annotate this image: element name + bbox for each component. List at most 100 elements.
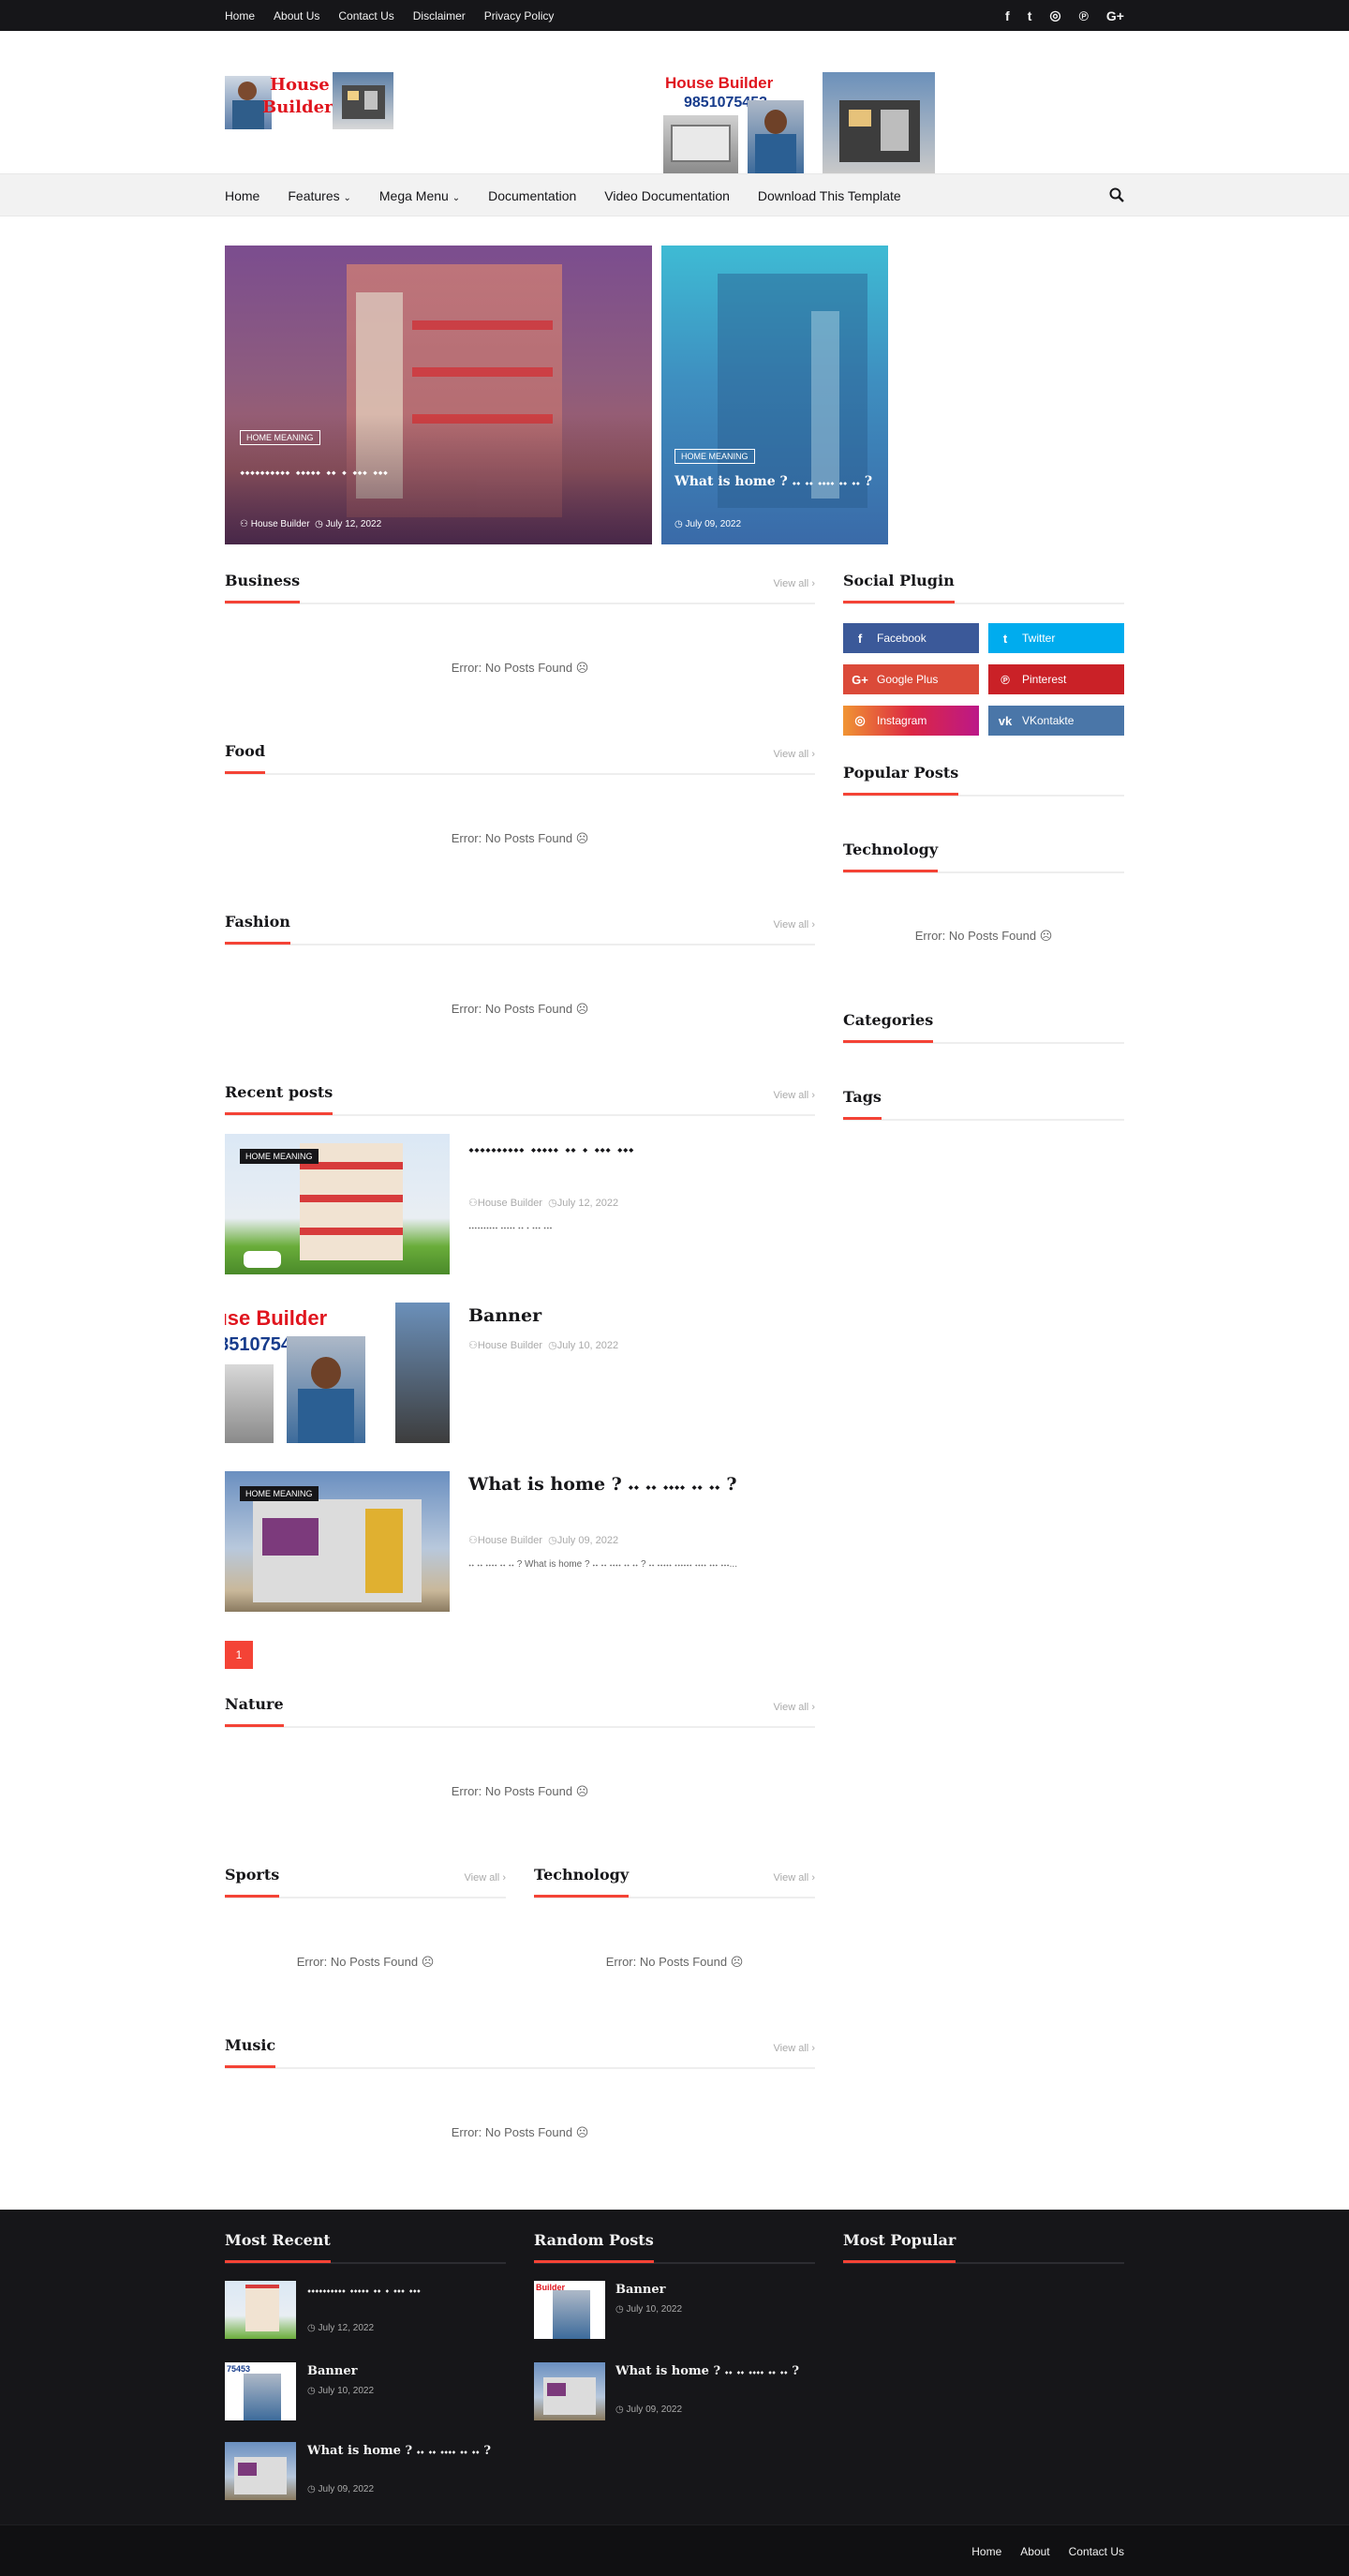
nav-features[interactable]: Features ⌄ [288, 188, 351, 203]
footer-post-thumbnail[interactable]: Builder [534, 2281, 605, 2339]
top-social: f t ◎ ℗ G+ [1005, 0, 1124, 31]
post-date: July 09, 2022 [556, 1535, 619, 1546]
nav-home[interactable]: Home [225, 188, 259, 203]
view-all-link[interactable]: View all › [774, 919, 815, 931]
chevron-down-icon: ⌄ [452, 193, 461, 203]
footer-widget-random-posts: Random Posts [534, 2230, 815, 2264]
post-thumbnail[interactable]: House Builder 9851075453 [225, 1303, 450, 1443]
sad-face-icon: ☹ [730, 1955, 744, 1969]
widget-tags: Tags [843, 1087, 1124, 1121]
view-all-label: View all [773, 1702, 809, 1713]
footer-post-thumbnail[interactable] [225, 2281, 296, 2339]
top-menu-about[interactable]: About Us [274, 9, 319, 22]
section-recent-posts: Recent posts View all › [225, 1082, 815, 1116]
nav-video-documentation[interactable]: Video Documentation [604, 188, 730, 203]
section-title: Sports [225, 1865, 280, 1898]
clock-icon: ◷ [615, 2304, 624, 2315]
site-logo[interactable]: House Builder [225, 72, 393, 129]
view-all-label: View all [773, 2043, 809, 2054]
post-title[interactable]: What is home ? 𝆺𝆺 𝆺𝆺 𝆺𝆺𝆺𝆺 𝆺𝆺 𝆺𝆺 ? [468, 1471, 815, 1497]
view-all-link[interactable]: View all › [465, 1872, 506, 1884]
footer-post-title[interactable]: 𝆺𝆺𝆺𝆺𝆺𝆺𝆺𝆺𝆺𝆺 𝆺𝆺𝆺𝆺𝆺 𝆺𝆺 𝆺 𝆺𝆺𝆺 𝆺𝆺𝆺 [307, 2281, 495, 2300]
top-menu-home[interactable]: Home [225, 9, 255, 22]
section-title: Music [225, 2035, 276, 2068]
footer-menu-contact[interactable]: Contact Us [1069, 2545, 1124, 2558]
widget-social-plugin: Social Plugin [843, 571, 1124, 604]
twitter-icon[interactable]: t [1028, 8, 1032, 23]
social-vkontakte-button[interactable]: vk VKontakte [988, 706, 1124, 736]
view-all-link[interactable]: View all › [774, 749, 815, 760]
sad-face-icon: ☹ [575, 831, 589, 845]
pagination-page-1[interactable]: 1 [225, 1641, 253, 1669]
search-icon[interactable] [1109, 187, 1124, 202]
sad-face-icon: ☹ [575, 2125, 589, 2139]
social-instagram-button[interactable]: ◎ Instagram [843, 706, 979, 736]
banner-title: House Builder [665, 74, 774, 92]
vkontakte-icon: vk [998, 713, 1013, 728]
footer-post-title[interactable]: What is home ? 𝆺𝆺 𝆺𝆺 𝆺𝆺𝆺𝆺 𝆺𝆺 𝆺𝆺 ? [307, 2442, 495, 2461]
view-all-link[interactable]: View all › [774, 2043, 815, 2054]
google-plus-icon[interactable]: G+ [1106, 8, 1124, 23]
section-title: Nature [225, 1694, 284, 1727]
featured-label[interactable]: HOME MEANING [674, 449, 755, 464]
post-title[interactable]: 𝆺𝆺𝆺𝆺𝆺𝆺𝆺𝆺𝆺𝆺 𝆺𝆺𝆺𝆺𝆺 𝆺𝆺 𝆺 𝆺𝆺𝆺 𝆺𝆺𝆺 [468, 1134, 815, 1160]
footer-menu-home[interactable]: Home [971, 2545, 1001, 2558]
social-pinterest-button[interactable]: ℗ Pinterest [988, 664, 1124, 694]
view-all-link[interactable]: View all › [774, 578, 815, 589]
widget-technology: Technology [843, 840, 1124, 873]
featured-title[interactable]: 𝆺𝆺𝆺𝆺𝆺𝆺𝆺𝆺𝆺𝆺 𝆺𝆺𝆺𝆺𝆺 𝆺𝆺 𝆺 𝆺𝆺𝆺 𝆺𝆺𝆺 [240, 457, 633, 484]
view-all-label: View all [773, 1090, 809, 1101]
widget-popular-posts: Popular Posts [843, 763, 1124, 797]
post-label[interactable]: HOME MEANING [240, 1486, 319, 1501]
social-facebook-button[interactable]: f Facebook [843, 623, 979, 653]
featured-post-2[interactable]: HOME MEANING What is home ? 𝆺𝆺 𝆺𝆺 𝆺𝆺𝆺𝆺 𝆺… [661, 246, 888, 544]
section-title: Food [225, 741, 266, 774]
footer-post-thumbnail[interactable] [225, 2442, 296, 2500]
social-twitter-button[interactable]: t Twitter [988, 623, 1124, 653]
clock-icon: ◷ [307, 2484, 316, 2494]
view-all-link[interactable]: View all › [774, 1702, 815, 1713]
logo-text-line1: House [270, 75, 330, 95]
footer-widget-most-recent: Most Recent [225, 2230, 506, 2264]
nav-documentation[interactable]: Documentation [488, 188, 576, 203]
view-all-link[interactable]: View all › [774, 1872, 815, 1884]
sad-face-icon: ☹ [575, 661, 589, 675]
section-title: Business [225, 571, 301, 603]
header: House Builder House Builder 9851075453 [0, 31, 1349, 173]
banner-house-image-2 [823, 72, 935, 173]
section-technology: Technology View all › [534, 1865, 815, 1898]
post-label[interactable]: HOME MEANING [240, 1149, 319, 1164]
facebook-icon[interactable]: f [1005, 8, 1010, 23]
user-icon: ⚇ [468, 1340, 478, 1351]
error-text: Error: No Posts Found [605, 1955, 728, 1969]
post-title[interactable]: Banner [468, 1303, 815, 1329]
post-thumbnail[interactable]: HOME MEANING [225, 1471, 450, 1612]
logo-house-image [333, 72, 393, 129]
featured-post-1[interactable]: HOME MEANING 𝆺𝆺𝆺𝆺𝆺𝆺𝆺𝆺𝆺𝆺 𝆺𝆺𝆺𝆺𝆺 𝆺𝆺 𝆺 𝆺𝆺𝆺 𝆺… [225, 246, 652, 544]
facebook-icon: f [857, 631, 863, 646]
footer-post-thumbnail[interactable]: 75453 [225, 2362, 296, 2420]
thumb-banner-title: House Builder [225, 1306, 328, 1330]
social-google-plus-button[interactable]: G+ Google Plus [843, 664, 979, 694]
nav-download-template[interactable]: Download This Template [758, 188, 901, 203]
error-text: Error: No Posts Found [451, 1784, 573, 1798]
footer-post-title[interactable]: Banner [615, 2281, 803, 2300]
top-menu-disclaimer[interactable]: Disclaimer [413, 9, 466, 22]
header-banner-ad[interactable]: House Builder 9851075453 [663, 72, 935, 173]
footer-post-thumbnail[interactable] [534, 2362, 605, 2420]
post-author: House Builder [477, 1198, 542, 1209]
featured-title[interactable]: What is home ? 𝆺𝆺 𝆺𝆺 𝆺𝆺𝆺𝆺 𝆺𝆺 𝆺𝆺 ? [674, 472, 881, 491]
nav-mega-menu[interactable]: Mega Menu ⌄ [379, 188, 460, 203]
footer-post-title[interactable]: What is home ? 𝆺𝆺 𝆺𝆺 𝆺𝆺𝆺𝆺 𝆺𝆺 𝆺𝆺 ? [615, 2362, 803, 2381]
user-icon: ⚇ [240, 519, 248, 529]
footer-post-title[interactable]: Banner [307, 2362, 495, 2381]
instagram-icon: ◎ [854, 713, 866, 727]
top-menu-privacy[interactable]: Privacy Policy [484, 9, 555, 22]
view-all-link[interactable]: View all › [774, 1090, 815, 1101]
pinterest-icon[interactable]: ℗ [1079, 8, 1089, 23]
footer-menu-about[interactable]: About [1020, 2545, 1049, 2558]
post-thumbnail[interactable]: HOME MEANING [225, 1134, 450, 1274]
featured-label[interactable]: HOME MEANING [240, 430, 320, 445]
top-menu-contact[interactable]: Contact Us [338, 9, 393, 22]
instagram-icon[interactable]: ◎ [1049, 7, 1060, 23]
